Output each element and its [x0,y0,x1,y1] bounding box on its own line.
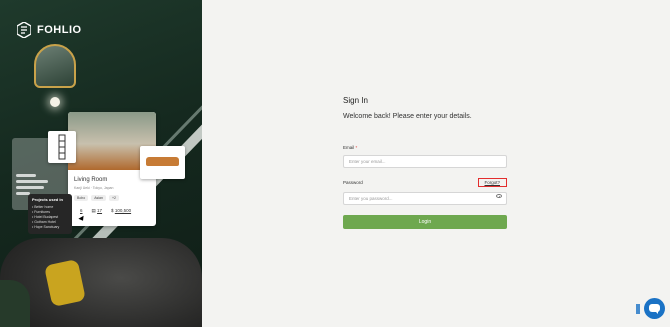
stat-price-wrap: $ 100,500 [111,208,132,213]
brand-logo: FOHLIO [17,22,82,38]
chat-icon [649,304,660,314]
password-wrapper [343,187,507,205]
stat-count-b-wrap: ▤ 17 [91,208,103,213]
fohlio-logo-icon [17,22,31,38]
projects-list: Better home Furnitures Hotel Budapest Go… [32,205,68,230]
shelf-icon [58,134,66,160]
password-label: Password [343,180,363,185]
plant-decor [0,280,30,327]
stat-count-a: 6 [80,208,83,213]
email-field[interactable] [343,155,507,168]
page-subtitle: Welcome back! Please enter your details. [343,113,472,120]
forgot-password-link[interactable]: Forgot? [478,178,507,187]
stat-price: 100,500 [114,208,132,213]
drag-handle-icon[interactable] [636,304,640,314]
sign-in-form: Sign In Welcome back! Please enter your … [343,96,507,229]
brand-name: FOHLIO [37,24,82,36]
ghost-line [16,174,36,177]
password-field[interactable] [343,192,507,205]
sofa-thumbnail [140,146,185,179]
page-title: Sign In [343,96,368,105]
email-label: Email * [343,145,507,150]
lamp-decor [50,97,60,107]
stat-count-b: 17 [97,208,103,213]
room-stats: 6 ▤ 17 $ 100,500 [80,208,156,214]
login-button[interactable]: Login [343,215,507,229]
sofa-photo [0,238,202,327]
projects-popover: Projects used in Better home Furnitures … [28,194,72,234]
password-label-row: Password Forgot? [343,178,507,187]
eye-icon[interactable] [496,194,502,198]
hero-panel: FOHLIO Living Room Kanji Ueki · Tokyo, J… [0,0,202,327]
projects-title: Projects used in [32,197,63,202]
required-mark: * [355,145,358,150]
email-label-text: Email [343,145,355,150]
ghost-line [16,180,48,183]
chat-button[interactable] [644,298,665,319]
mirror-decor [34,44,76,88]
sofa-icon [146,157,179,166]
tag: Boho [74,195,89,201]
room-subtitle: Kanji Ueki · Tokyo, Japan [74,186,114,190]
shelf-thumbnail [48,131,76,163]
tag: Asian [91,195,106,201]
project-item: Hope Sanctuary [32,225,68,230]
ghost-line [16,186,44,189]
tag: +2 [108,195,119,201]
room-tags: Boho Asian +2 [74,195,156,201]
